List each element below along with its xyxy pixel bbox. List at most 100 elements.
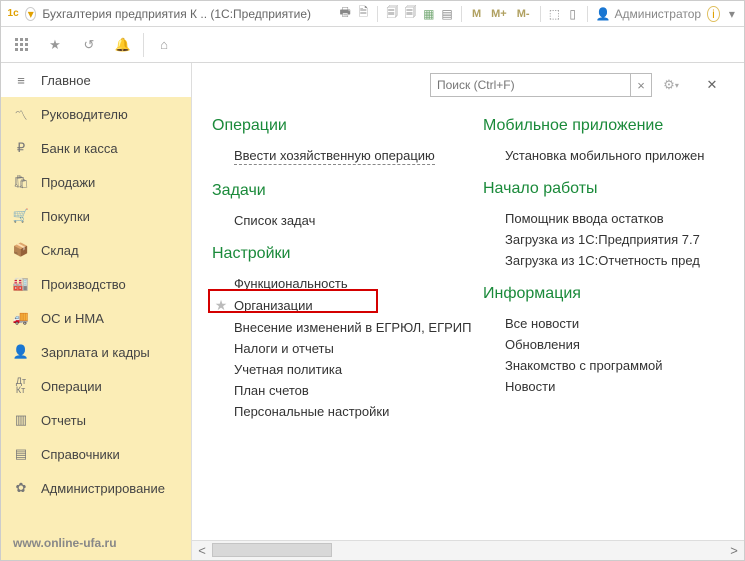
favorite-icon[interactable]: ★ — [39, 29, 71, 61]
separator — [377, 6, 378, 22]
print-icon[interactable]: 🖶 — [339, 6, 351, 22]
sidebar-item-bank[interactable]: ₽ Банк и касса — [1, 131, 191, 165]
link-all-news[interactable]: Все новости — [483, 313, 724, 334]
settings-button[interactable]: ⚙▾ — [658, 73, 684, 97]
sidebar-item-label: Руководителю — [41, 107, 128, 122]
scroll-right-icon[interactable]: > — [724, 541, 744, 560]
link-chart-accounts[interactable]: План счетов — [212, 380, 453, 401]
m-plus-button[interactable]: M+ — [489, 8, 509, 20]
toolbar-nav: ★ ↺ 🔔 ⌂ — [1, 27, 744, 63]
sidebar-item-manager[interactable]: 〽 Руководителю — [1, 97, 191, 131]
user-icon: 👤 — [596, 7, 611, 21]
notifications-icon[interactable]: 🔔 — [107, 29, 139, 61]
m-minus-button[interactable]: M- — [515, 8, 532, 20]
sidebar-item-operations[interactable]: ДтКт Операции — [1, 369, 191, 403]
sidebar-item-assets[interactable]: 🚚 ОС и НМА — [1, 301, 191, 335]
star-icon: ★ — [214, 297, 228, 314]
body: ≡ Главное 〽 Руководителю ₽ Банк и касса … — [1, 63, 744, 560]
books-icon: ▤ — [13, 446, 29, 462]
user-name: Администратор — [614, 7, 701, 21]
search-clear-button[interactable]: × — [630, 73, 652, 97]
sidebar-item-label: Администрирование — [41, 481, 165, 496]
cart-icon: 🛒 — [13, 208, 29, 224]
section-title: Задачи — [212, 182, 453, 200]
home-icon[interactable]: ⌂ — [148, 29, 180, 61]
separator — [540, 6, 541, 22]
link-news[interactable]: Новости — [483, 376, 724, 397]
sidebar-item-purchases[interactable]: 🛒 Покупки — [1, 199, 191, 233]
sidebar-item-sales[interactable]: 🛍 Продажи — [1, 165, 191, 199]
link-enter-operation[interactable]: Ввести хозяйственную операцию — [212, 145, 453, 168]
separator — [143, 33, 144, 57]
titlebar: 1с ▾ Бухгалтерия предприятия К .. (1С:Пр… — [1, 1, 744, 27]
calendar-icon[interactable]: ▦ — [423, 6, 435, 22]
sidebar-item-production[interactable]: 🏭 Производство — [1, 267, 191, 301]
sidebar: ≡ Главное 〽 Руководителю ₽ Банк и касса … — [1, 63, 191, 560]
sidebar-item-label: Операции — [41, 379, 102, 394]
m-button[interactable]: M — [470, 8, 483, 20]
sidebar-item-admin[interactable]: ✿ Администрирование — [1, 471, 191, 505]
link-task-list[interactable]: Список задач — [212, 210, 453, 231]
sidebar-item-label: Склад — [41, 243, 79, 258]
sidebar-item-label: Отчеты — [41, 413, 86, 428]
user-menu[interactable]: 👤 Администратор — [596, 7, 702, 21]
sidebar-footer: www.online-ufa.ru — [1, 528, 191, 560]
section-title: Настройки — [212, 245, 453, 263]
menu-icon: ≡ — [13, 72, 29, 88]
sidebar-item-label: Производство — [41, 277, 126, 292]
link-about-program[interactable]: Знакомство с программой — [483, 355, 724, 376]
apps-grid-icon[interactable] — [5, 29, 37, 61]
factory-icon: 🏭 — [13, 276, 29, 292]
truck-icon: 🚚 — [13, 310, 29, 326]
scroll-left-icon[interactable]: < — [192, 541, 212, 560]
preview-icon[interactable]: 🗎 — [357, 6, 369, 22]
dk-icon: ДтКт — [13, 378, 29, 394]
copy-icon[interactable]: 🗐 — [386, 6, 398, 22]
zoom-icon[interactable]: ⬚ — [548, 6, 560, 22]
horizontal-scrollbar[interactable]: < > — [192, 540, 744, 560]
sidebar-item-label: Продажи — [41, 175, 95, 190]
link-functionality[interactable]: Функциональность — [212, 273, 453, 294]
bag-icon: 🛍 — [13, 174, 29, 190]
link-load-77[interactable]: Загрузка из 1С:Предприятия 7.7 — [483, 229, 724, 250]
history-icon[interactable]: ↺ — [73, 29, 105, 61]
link-personal-settings[interactable]: Персональные настройки — [212, 401, 453, 422]
box-icon: 📦 — [13, 242, 29, 258]
info-icon[interactable]: i — [707, 6, 720, 22]
link-load-reporting[interactable]: Загрузка из 1С:Отчетность пред — [483, 250, 724, 271]
gear-icon: ✿ — [13, 480, 29, 496]
sidebar-item-label: ОС и НМА — [41, 311, 104, 326]
book-icon[interactable]: ▯ — [567, 6, 579, 22]
link-taxes[interactable]: Налоги и отчеты — [212, 338, 453, 359]
panel-content: × ⚙▾ ✕ Операции Ввести хозяйственную опе… — [192, 63, 744, 540]
link-updates[interactable]: Обновления — [483, 334, 724, 355]
link-mobile-install[interactable]: Установка мобильного приложен — [483, 145, 724, 166]
dropdown-icon[interactable]: ▾ — [25, 7, 36, 21]
calc-icon[interactable]: ▤ — [441, 6, 453, 22]
sidebar-item-label: Справочники — [41, 447, 120, 462]
scroll-thumb[interactable] — [212, 543, 332, 557]
sidebar-item-catalogs[interactable]: ▤ Справочники — [1, 437, 191, 471]
bar-chart-icon: ▥ — [13, 412, 29, 428]
link-organizations[interactable]: ★ Организации — [212, 294, 453, 317]
sidebar-item-main[interactable]: ≡ Главное — [1, 63, 191, 97]
search-input[interactable] — [430, 73, 630, 97]
columns: Операции Ввести хозяйственную операцию З… — [212, 103, 724, 422]
sidebar-item-warehouse[interactable]: 📦 Склад — [1, 233, 191, 267]
more-icon[interactable]: ▾ — [726, 6, 738, 22]
compare-icon[interactable]: 🗐 — [404, 6, 416, 22]
sidebar-item-label: Покупки — [41, 209, 90, 224]
sidebar-item-label: Главное — [41, 73, 91, 88]
separator — [461, 6, 462, 22]
sidebar-item-reports[interactable]: ▥ Отчеты — [1, 403, 191, 437]
person-icon: 👤 — [13, 344, 29, 360]
chart-line-icon: 〽 — [13, 106, 29, 122]
close-button[interactable]: ✕ — [700, 73, 724, 97]
app-logo-icon: 1с — [7, 6, 19, 22]
link-balance-helper[interactable]: Помощник ввода остатков — [483, 208, 724, 229]
section-title: Информация — [483, 285, 724, 303]
scroll-track[interactable] — [212, 541, 724, 560]
link-accounting-policy[interactable]: Учетная политика — [212, 359, 453, 380]
link-egrul[interactable]: Внесение изменений в ЕГРЮЛ, ЕГРИП — [212, 317, 453, 338]
sidebar-item-salary[interactable]: 👤 Зарплата и кадры — [1, 335, 191, 369]
